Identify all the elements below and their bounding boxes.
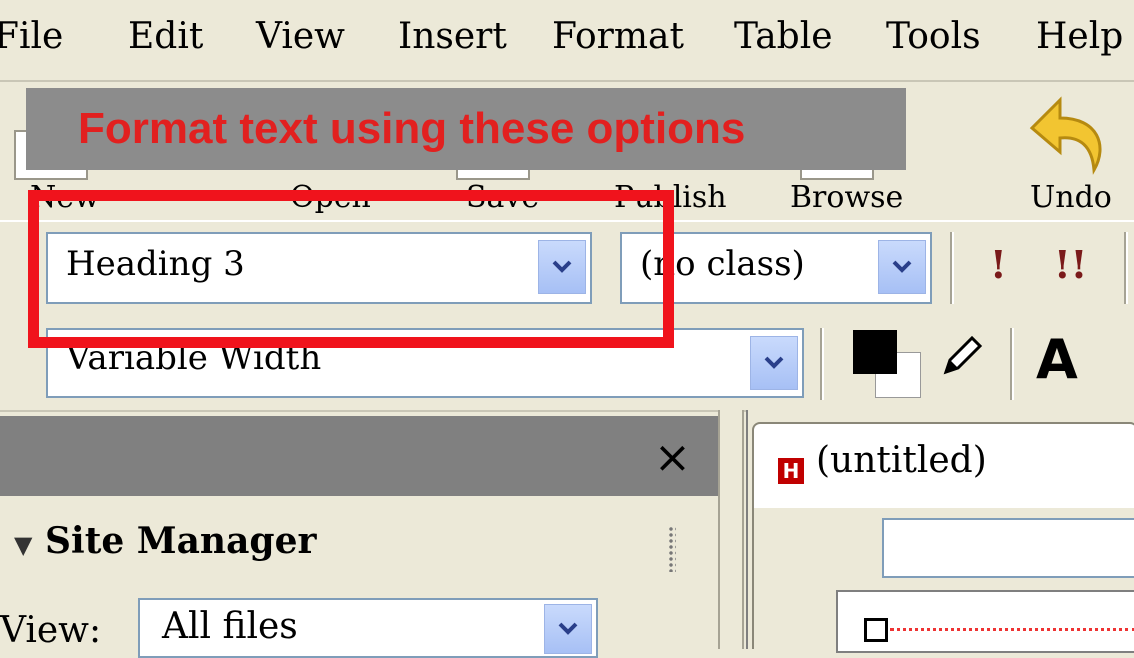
undo-button-label[interactable]: Undo: [1030, 178, 1112, 218]
triangle-down-icon: ▼: [14, 530, 33, 559]
browse-button-label[interactable]: Browse: [790, 178, 903, 218]
strong-button[interactable]: !!: [1054, 242, 1087, 287]
menu-insert[interactable]: Insert: [398, 12, 507, 62]
chevron-down-icon[interactable]: [750, 336, 798, 390]
view-select[interactable]: All files: [138, 598, 598, 658]
emphasis-button[interactable]: !: [990, 242, 1007, 287]
tab-title: (untitled): [816, 440, 987, 481]
site-manager-title-text: Site Manager: [45, 520, 317, 562]
editor-canvas[interactable]: [836, 590, 1134, 653]
menu-file[interactable]: File: [0, 12, 63, 62]
toolbar-separator: [1124, 232, 1128, 304]
menu-tools[interactable]: Tools: [886, 12, 981, 62]
menu-format[interactable]: Format: [552, 12, 684, 62]
document-icon: H: [778, 458, 804, 484]
menu-view[interactable]: View: [256, 12, 345, 62]
annotation-banner: Format text using these options: [26, 88, 906, 170]
menu-edit[interactable]: Edit: [128, 12, 203, 62]
text-color-swatch[interactable]: [853, 330, 897, 374]
undo-icon[interactable]: [1022, 90, 1112, 180]
toolbar-separator: [1010, 328, 1014, 400]
dotted-guide: [890, 628, 1134, 631]
chevron-down-icon[interactable]: [878, 240, 926, 294]
menu-help[interactable]: Help: [1036, 12, 1123, 62]
panel-splitter[interactable]: [718, 410, 744, 649]
view-label: View:: [0, 610, 102, 651]
page-title-field[interactable]: [882, 518, 1134, 578]
close-icon[interactable]: ×: [654, 432, 691, 483]
grip-handle[interactable]: [668, 526, 676, 572]
menu-bar: File Edit View Insert Format Table Tools…: [0, 0, 1134, 82]
chevron-down-icon[interactable]: [544, 604, 592, 654]
tab-untitled[interactable]: H (untitled): [752, 422, 1134, 510]
annotation-text: Format text using these options: [78, 104, 746, 153]
site-manager-title[interactable]: ▼ Site Manager: [14, 520, 316, 562]
font-size-icon[interactable]: A: [1036, 328, 1078, 391]
pencil-icon[interactable]: [940, 334, 984, 378]
highlight-box: [28, 190, 674, 348]
menu-table[interactable]: Table: [734, 12, 833, 62]
toolbar-separator: [820, 328, 824, 400]
view-select-value: All files: [162, 606, 298, 647]
sidebar-header: [0, 416, 718, 496]
toolbar-separator: [950, 232, 954, 304]
anchor-icon: [864, 618, 888, 642]
